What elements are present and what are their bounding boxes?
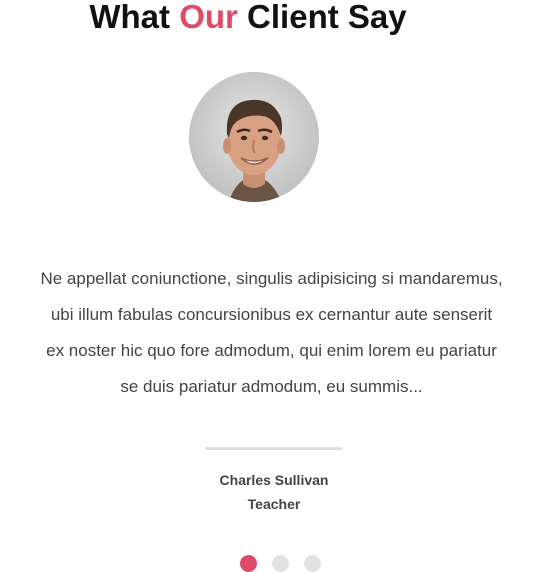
client-avatar [189,72,319,202]
testimonial-quote: Ne appellat coniunctione, singulis adipi… [0,261,543,405]
divider [205,447,342,450]
section-title: What Our Client Say [0,0,496,33]
client-name: Charles Sullivan [219,472,329,488]
carousel-dot-3[interactable] [304,555,321,572]
title-accent: Our [179,0,238,35]
carousel-dot-2[interactable] [272,555,289,572]
client-role: Teacher [247,496,301,512]
quote-line: Ne appellat coniunctione, singulis adipi… [40,269,503,288]
title-part-1: What [89,0,180,35]
carousel-dot-1[interactable] [240,555,257,572]
quote-line: ex noster hic quo fore admodum, qui enim… [46,341,497,360]
title-part-2: Client Say [237,0,407,35]
quote-line: ubi illum fabulas concursionibus ex cern… [50,305,493,324]
quote-line: se duis pariatur admodum, eu summis... [120,377,423,396]
carousel-pagination [0,555,543,572]
